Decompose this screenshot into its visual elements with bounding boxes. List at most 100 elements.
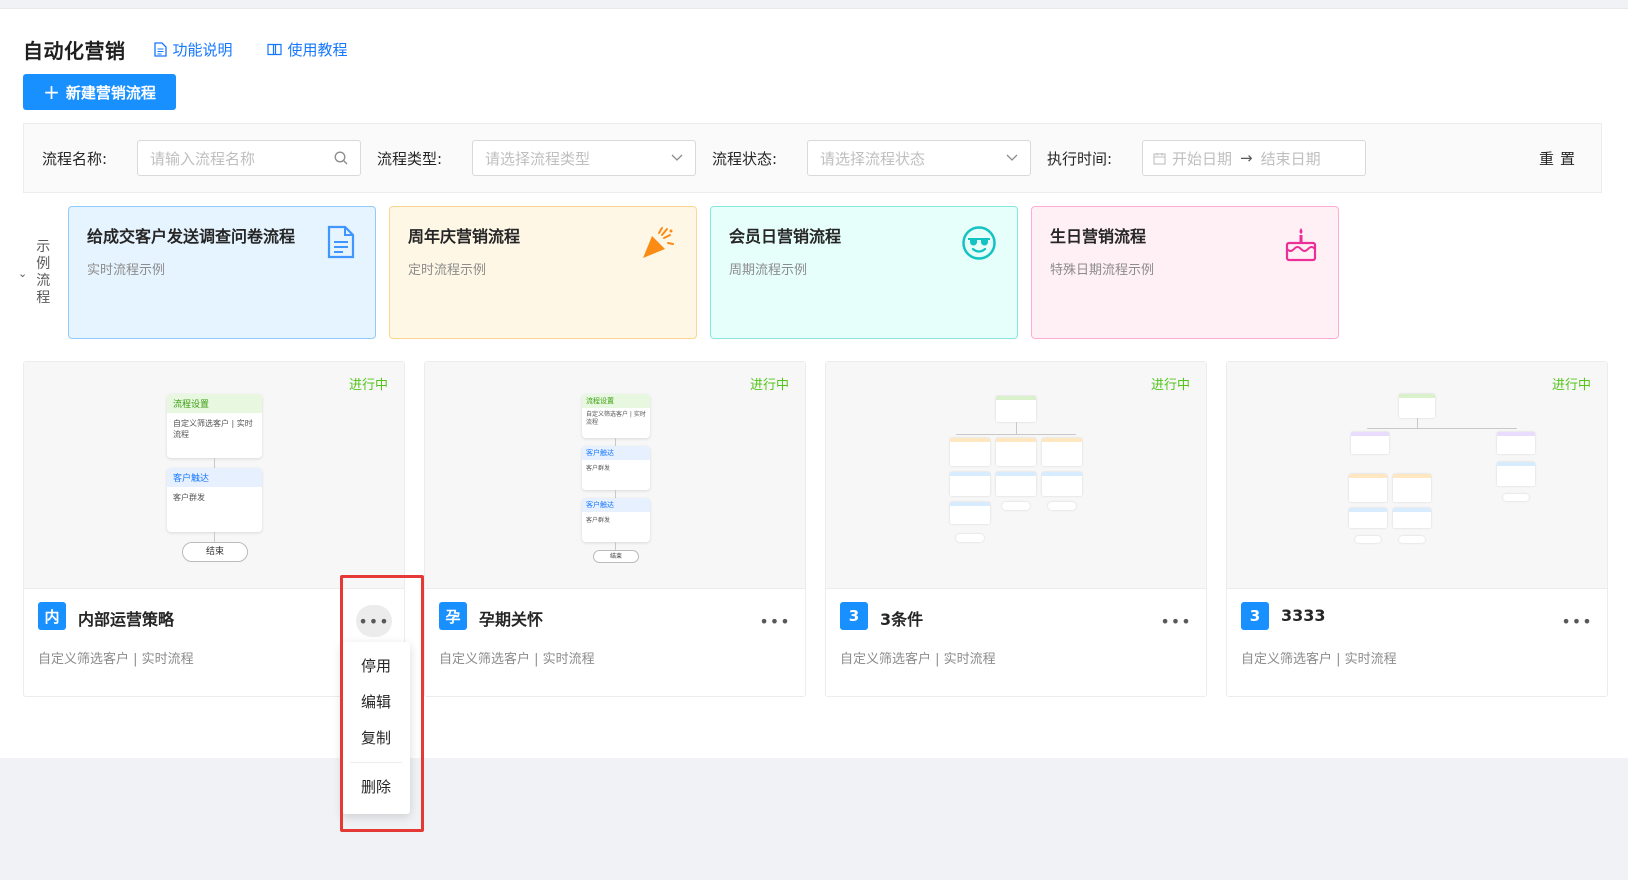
flow-description: 自定义筛选客户 | 实时流程 <box>1241 652 1397 667</box>
reset-button[interactable]: 重置 <box>1539 148 1581 169</box>
end-date-placeholder[interactable]: 结束日期 <box>1261 148 1321 169</box>
smile-sunglasses-icon <box>962 226 996 260</box>
status-badge: 进行中 <box>749 378 789 393</box>
flow-name[interactable]: 孕期关怀 <box>479 606 543 630</box>
preview-connector <box>1417 418 1418 428</box>
preview-node: 客户触达 客户群发 <box>582 498 650 542</box>
preview-end-node: 结束 <box>182 542 248 562</box>
new-flow-button-label: 新建营销流程 <box>65 83 156 102</box>
flow-card[interactable]: 进行中 3 3条件 自定义筛选客户 | 实时流程 ••• <box>825 361 1207 697</box>
avatar: 内 <box>38 602 66 630</box>
flow-type-select[interactable]: 请选择流程类型 <box>472 140 696 176</box>
preview-node <box>1497 462 1535 486</box>
example-card-desc: 定时流程示例 <box>408 263 487 278</box>
calendar-icon <box>1153 152 1166 165</box>
preview-connector <box>214 458 215 468</box>
more-icon[interactable]: ••• <box>356 605 392 637</box>
flow-status-select[interactable]: 请选择流程状态 <box>807 140 1031 176</box>
preview-node-title: 客户触达 <box>582 446 650 460</box>
flow-description: 自定义筛选客户 | 实时流程 <box>38 652 194 667</box>
flow-card[interactable]: 进行中 流程设置 自定义筛选客户 | 实时流程 客户触达 客户群发 客户触达 客… <box>424 361 806 697</box>
flow-description: 自定义筛选客户 | 实时流程 <box>840 652 996 667</box>
preview-node <box>996 438 1036 466</box>
flow-type-label: 流程类型: <box>377 150 443 168</box>
flow-name-placeholder: 请输入流程名称 <box>150 149 256 168</box>
party-popper-icon <box>643 227 674 258</box>
preview-end-node <box>1355 536 1381 543</box>
flow-description: 自定义筛选客户 | 实时流程 <box>439 652 595 667</box>
avatar: 3 <box>840 602 868 630</box>
more-icon[interactable]: ••• <box>1158 605 1194 637</box>
flow-name[interactable]: 3条件 <box>880 606 923 630</box>
preview-end-node <box>1503 494 1529 501</box>
preview-node <box>1393 508 1431 528</box>
preview-node-body: 客户群发 <box>173 493 205 502</box>
flow-type-placeholder: 请选择流程类型 <box>485 149 591 168</box>
start-date-placeholder[interactable]: 开始日期 <box>1172 148 1232 169</box>
more-icon[interactable]: ••• <box>757 605 793 637</box>
date-range-picker[interactable]: 开始日期 → 结束日期 <box>1142 140 1366 176</box>
flow-name-label: 流程名称: <box>42 150 108 168</box>
preview-node <box>996 396 1036 422</box>
menu-item-disable[interactable]: 停用 <box>342 648 410 684</box>
preview-node <box>950 502 990 524</box>
preview-node-body: 自定义筛选客户 | 实时流程 <box>173 419 253 439</box>
preview-node-title: 流程设置 <box>582 394 650 408</box>
example-card-anniversary[interactable]: 周年庆营销流程 定时流程示例 <box>389 206 697 339</box>
flow-name[interactable]: 内部运营策略 <box>78 606 174 630</box>
menu-divider <box>350 762 402 763</box>
example-card-title: 会员日营销流程 <box>729 227 842 246</box>
preview-node <box>1351 432 1389 454</box>
menu-item-delete[interactable]: 删除 <box>342 769 410 805</box>
avatar: 3 <box>1241 602 1269 630</box>
flow-name[interactable]: 3333 <box>1281 606 1326 625</box>
chevron-down-icon <box>671 154 683 161</box>
more-icon[interactable]: ••• <box>1559 605 1595 637</box>
execution-time-label: 执行时间: <box>1047 150 1113 168</box>
example-card-member-day[interactable]: 会员日营销流程 周期流程示例 <box>710 206 1018 339</box>
preview-connector <box>1016 422 1017 434</box>
menu-item-copy[interactable]: 复制 <box>342 720 410 756</box>
preview-end-node <box>1048 502 1076 510</box>
new-flow-button[interactable]: + 新建营销流程 <box>23 74 176 110</box>
preview-node-body: 客户群发 <box>586 517 611 524</box>
flow-preview[interactable]: 进行中 <box>826 362 1206 589</box>
book-icon <box>266 43 282 56</box>
preview-end-node <box>956 534 984 542</box>
flow-card[interactable]: 进行中 3 3333 自定义筛选客户 | 实时流程 ••• <box>1226 361 1608 697</box>
preview-node: 流程设置 自定义筛选客户 | 实时流程 <box>167 394 262 458</box>
status-badge: 进行中 <box>1551 378 1591 393</box>
main-panel: 自动化营销 功能说明 使用教程 + 新建营销流程 流程名称: 请输入流程名称 流… <box>0 8 1628 758</box>
example-card-desc: 特殊日期流程示例 <box>1050 263 1155 278</box>
flow-preview[interactable]: 进行中 流程设置 自定义筛选客户 | 实时流程 客户触达 客户群发 客户触达 客… <box>425 362 805 589</box>
page-header: 自动化营销 功能说明 使用教程 <box>23 35 382 64</box>
preview-connector <box>615 542 616 550</box>
flow-preview[interactable]: 进行中 流程设置 自定义筛选客户 | 实时流程 客户触达 客户群发 结束 <box>24 362 404 589</box>
example-flows-label: 示例流程 <box>36 239 51 306</box>
preview-node: 客户触达 客户群发 <box>582 446 650 490</box>
arrow-right-icon: → <box>1240 149 1253 167</box>
example-card-desc: 实时流程示例 <box>87 263 166 278</box>
preview-node-body: 客户群发 <box>586 465 611 472</box>
example-card-title: 给成交客户发送调查问卷流程 <box>87 227 296 246</box>
status-badge: 进行中 <box>348 378 388 393</box>
flow-preview[interactable]: 进行中 <box>1227 362 1607 589</box>
feature-description-link[interactable]: 功能说明 <box>153 39 233 60</box>
page-title: 自动化营销 <box>23 39 126 63</box>
preview-connector <box>1367 428 1517 429</box>
flow-name-input[interactable]: 请输入流程名称 <box>137 140 361 176</box>
example-card-birthday[interactable]: 生日营销流程 特殊日期流程示例 <box>1031 206 1339 339</box>
preview-end-node: 结束 <box>593 550 639 563</box>
preview-node <box>1399 394 1435 418</box>
filter-bar: 流程名称: 请输入流程名称 流程类型: 请选择流程类型 流程状态: 请选择流程状… <box>23 123 1602 193</box>
menu-item-edit[interactable]: 编辑 <box>342 684 410 720</box>
example-card-title: 生日营销流程 <box>1050 227 1147 246</box>
preview-node <box>1349 474 1387 502</box>
document-icon <box>153 42 167 57</box>
tutorial-link[interactable]: 使用教程 <box>266 39 348 60</box>
preview-node <box>950 472 990 496</box>
preview-node <box>1497 432 1535 454</box>
example-card-survey[interactable]: 给成交客户发送调查问卷流程 实时流程示例 <box>68 206 376 339</box>
example-flows-toggle[interactable]: ⌄ 示例流程 <box>18 239 51 307</box>
chevron-down-icon <box>1006 154 1018 161</box>
